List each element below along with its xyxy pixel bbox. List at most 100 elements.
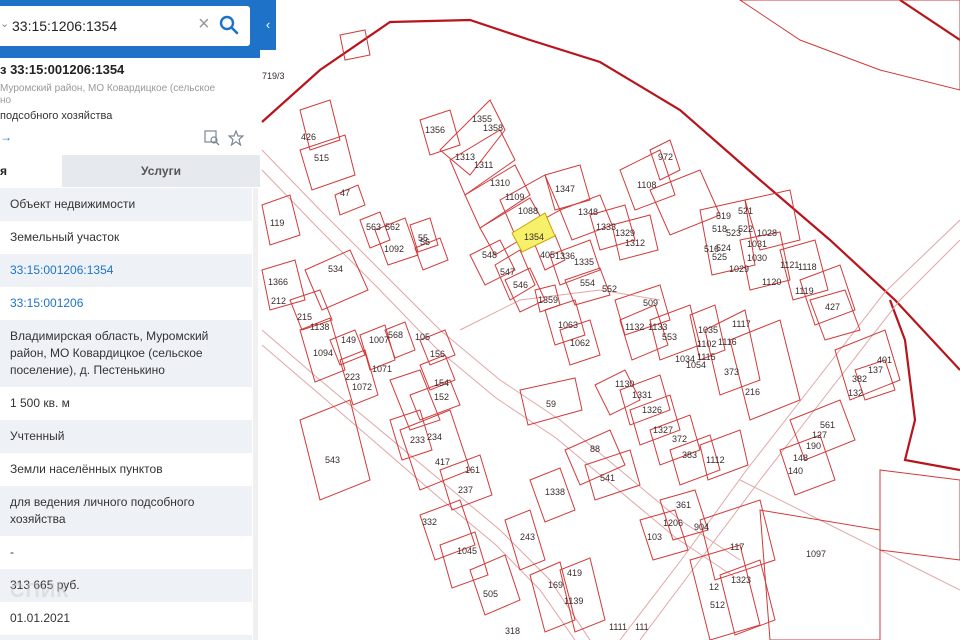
plot-label-105: 105	[415, 332, 430, 342]
cadastral-number-title: з 33:15:001206:1354	[0, 62, 125, 77]
plot-label-1108: 1108	[637, 180, 656, 190]
plot-label-552: 552	[602, 284, 617, 294]
plot-label-1030: 1030	[747, 253, 767, 263]
plot-label-1094: 1094	[313, 348, 333, 358]
plot-label-1206: 1206	[663, 518, 683, 528]
plot-label-12: 12	[709, 582, 719, 592]
plot-label-1072: 1072	[352, 382, 372, 392]
plot-label-132: 132	[848, 388, 863, 398]
plot-label-563: 563	[366, 222, 381, 232]
plot-label-515: 515	[314, 153, 329, 163]
plot-label-1029: 1029	[729, 264, 749, 274]
selected-plot-label: 1354	[524, 232, 544, 242]
panel-scrollbar[interactable]	[253, 188, 258, 640]
plot-label-215: 215	[297, 312, 312, 322]
address-line-2: но	[0, 95, 12, 106]
plot-label-1007: 1007	[369, 335, 389, 345]
plot-label-1336: 1336	[555, 251, 575, 261]
plot-label-137: 137	[868, 365, 883, 375]
plot-label-1109: 1109	[505, 192, 524, 202]
row-empty-1: -	[10, 545, 14, 559]
plot-label-382: 382	[852, 374, 867, 384]
plot-label-373: 373	[724, 367, 739, 377]
row-cadastral-quarter[interactable]: 33:15:001206	[0, 287, 252, 320]
share-link[interactable]: →	[0, 130, 12, 144]
plot-label-1121: 1121	[780, 260, 799, 270]
chevron-down-icon[interactable]: ⌄	[0, 17, 9, 30]
plot-label-148: 148	[793, 453, 808, 463]
search-bar: ⌄ ×	[0, 0, 260, 58]
plot-label-554: 554	[580, 278, 595, 288]
plot-label-1130: 1130	[615, 379, 634, 389]
plot-label-904: 904	[694, 522, 709, 532]
row-permitted-use: для ведения личного подсобного хозяйства	[0, 486, 252, 536]
plot-label-562: 562	[385, 222, 400, 232]
plot-label-1092: 1092	[384, 244, 404, 254]
property-attributes: Объект недвижимости Земельный участок 33…	[0, 188, 252, 640]
plot-label-548: 548	[482, 250, 497, 260]
plot-label-127: 127	[812, 430, 827, 440]
plot-label-568: 568	[388, 330, 403, 340]
plot-label-1111: 1111	[609, 622, 627, 632]
plot-label-1326: 1326	[642, 405, 662, 415]
search-icon[interactable]	[218, 14, 240, 36]
plot-label-56: 56	[420, 237, 430, 247]
row-empty-2: -	[0, 635, 252, 640]
plot-label-543: 543	[325, 455, 340, 465]
plot-label-1331: 1331	[632, 390, 652, 400]
plot-label-518: 518	[712, 224, 727, 234]
plot-label-212: 212	[271, 296, 286, 306]
plot-label-152: 152	[434, 392, 449, 402]
row-object-type: Объект недвижимости	[0, 188, 252, 221]
plot-label-1116: 1116	[718, 337, 737, 347]
plot-label-1088: 1088	[518, 206, 538, 216]
plot-label-505: 505	[483, 589, 498, 599]
tab-info[interactable]: я	[0, 155, 62, 187]
plot-label-1356: 1356	[425, 125, 445, 135]
plot-label-154: 154	[434, 378, 449, 388]
plot-label-111: 111	[635, 622, 649, 632]
plot-label-1358: 1358	[483, 123, 503, 133]
row-object-kind: Земельный участок	[10, 230, 120, 244]
plot-label-233: 233	[410, 435, 425, 445]
row-status: Учтенный	[0, 420, 252, 453]
plot-label-1138: 1138	[310, 322, 329, 332]
plot-label-405: 405	[540, 250, 555, 260]
cadastral-plots	[261, 0, 960, 640]
plot-label-1062: 1062	[570, 338, 590, 348]
plot-label-1312: 1312	[625, 238, 645, 248]
row-cadastral-number[interactable]: 33:15:001206:1354	[0, 254, 252, 287]
plot-label-190: 190	[806, 441, 821, 451]
plot-label-519: 519	[716, 211, 731, 221]
plot-label-1311: 1311	[474, 160, 493, 170]
close-icon[interactable]: ×	[198, 13, 210, 36]
search-input[interactable]	[12, 15, 192, 37]
search-box: ⌄ ×	[0, 6, 250, 46]
plot-label-47: 47	[340, 188, 350, 198]
plot-label-161: 161	[465, 465, 480, 475]
plot-label-561: 561	[820, 420, 835, 430]
tab-services[interactable]: Услуги	[62, 155, 260, 187]
row-address: Владимирская область, Муромский район, М…	[0, 320, 252, 387]
plot-label-546: 546	[513, 280, 528, 290]
plot-label-119: 119	[270, 218, 284, 228]
row-land-category: Земли населённых пунктов	[10, 462, 163, 476]
plot-label-59: 59	[546, 399, 556, 409]
plot-label-1333: 1333	[596, 222, 616, 232]
plot-label-223: 223	[345, 372, 360, 382]
plot-label-1102: 1102	[697, 339, 716, 349]
plot-label-1119: 1119	[795, 286, 814, 296]
plot-label-1071: 1071	[372, 364, 392, 374]
star-icon[interactable]	[228, 130, 244, 146]
plot-label-332: 332	[422, 517, 437, 527]
plot-label-512: 512	[710, 600, 725, 610]
zoom-to-plot-icon[interactable]	[204, 130, 220, 146]
plot-label-372: 372	[672, 434, 687, 444]
collapse-panel-button[interactable]: ‹	[260, 0, 276, 50]
plot-label-88: 88	[590, 444, 600, 454]
plot-label-156: 156	[430, 349, 445, 359]
plot-label-216: 216	[745, 387, 760, 397]
plot-label-1366: 1366	[268, 277, 288, 287]
plot-label-1139: 1139	[564, 596, 583, 606]
plot-label-318: 318	[505, 626, 520, 636]
